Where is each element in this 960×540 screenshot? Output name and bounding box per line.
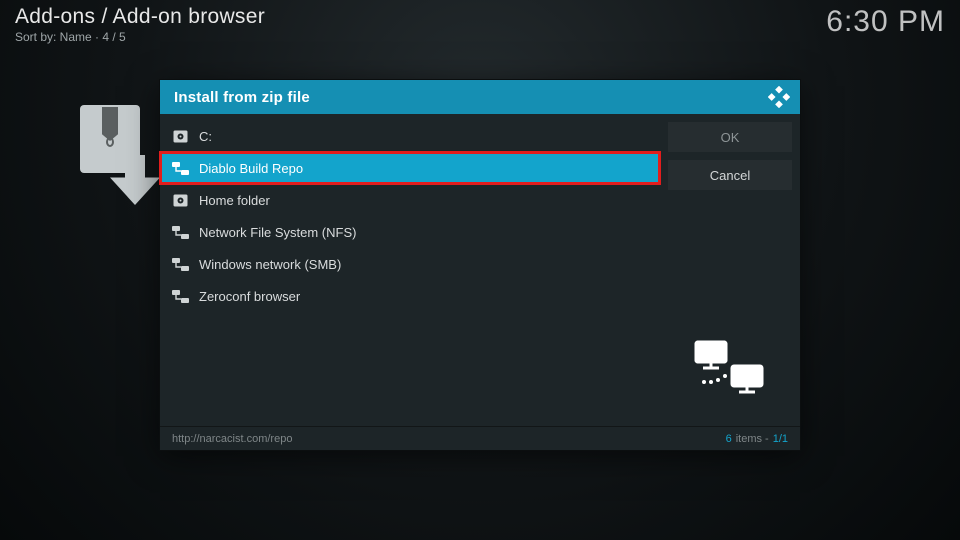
file-list: C: Diablo Build Repo Home folder Network Fi… bbox=[160, 114, 660, 426]
file-row-label: Diablo Build Repo bbox=[199, 161, 303, 176]
status-page: 1/1 bbox=[773, 433, 788, 445]
status-bar: http://narcacist.com/repo 6 items - 1/1 bbox=[160, 426, 800, 450]
file-row-label: C: bbox=[199, 129, 212, 144]
network-icon bbox=[172, 161, 189, 175]
install-zip-dialog: Install from zip file C: Diablo Build Rep… bbox=[160, 80, 800, 450]
file-row[interactable]: C: bbox=[160, 120, 660, 152]
status-count-suffix: items - bbox=[736, 433, 769, 445]
ok-button[interactable]: OK bbox=[668, 122, 792, 152]
zip-file-icon bbox=[80, 105, 160, 185]
status-path: http://narcacist.com/repo bbox=[172, 433, 292, 445]
network-icon bbox=[172, 289, 189, 303]
file-row[interactable]: Home folder bbox=[160, 184, 660, 216]
location-thumbnail-icon bbox=[668, 318, 792, 418]
dialog-title-bar: Install from zip file bbox=[160, 80, 800, 114]
kodi-logo-icon bbox=[768, 86, 790, 108]
network-icon bbox=[172, 257, 189, 271]
disk-icon bbox=[172, 193, 189, 207]
file-row[interactable]: Windows network (SMB) bbox=[160, 248, 660, 280]
cancel-button[interactable]: Cancel bbox=[668, 160, 792, 190]
dialog-title: Install from zip file bbox=[174, 89, 310, 106]
status-count: 6 bbox=[726, 433, 732, 445]
file-row[interactable]: Diablo Build Repo bbox=[160, 152, 660, 184]
file-row-label: Windows network (SMB) bbox=[199, 257, 341, 272]
sort-info: Sort by: Name · 4 / 5 bbox=[15, 30, 265, 44]
file-row-label: Zeroconf browser bbox=[199, 289, 300, 304]
file-row[interactable]: Network File System (NFS) bbox=[160, 216, 660, 248]
clock: 6:30 PM bbox=[826, 5, 945, 39]
disk-icon bbox=[172, 129, 189, 143]
dialog-sidebar: OK Cancel bbox=[660, 114, 800, 426]
file-row-label: Network File System (NFS) bbox=[199, 225, 356, 240]
file-row-label: Home folder bbox=[199, 193, 270, 208]
network-icon bbox=[172, 225, 189, 239]
breadcrumb: Add-ons / Add-on browser bbox=[15, 5, 265, 29]
file-row[interactable]: Zeroconf browser bbox=[160, 280, 660, 312]
